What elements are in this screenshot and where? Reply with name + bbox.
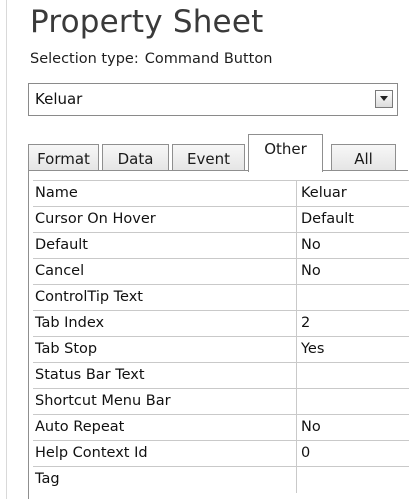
- tab-other-label: Other: [264, 140, 307, 158]
- tab-format-label: Format: [37, 149, 90, 168]
- selection-type-value: Command Button: [144, 51, 273, 67]
- property-value[interactable]: No: [301, 259, 409, 285]
- property-grid-panel: Name Keluar Cursor On Hover Default Defa…: [28, 170, 409, 499]
- property-name: ControlTip Text: [33, 285, 297, 311]
- dropdown-button[interactable]: [375, 90, 393, 108]
- property-value[interactable]: No: [301, 233, 409, 259]
- page-title: Property Sheet: [30, 4, 264, 40]
- property-name: Auto Repeat: [33, 415, 297, 441]
- property-row[interactable]: Tab Stop Yes: [33, 336, 409, 363]
- tab-all[interactable]: All: [331, 144, 396, 172]
- property-value[interactable]: [301, 467, 409, 493]
- property-row[interactable]: Help Context Id 0: [33, 440, 409, 467]
- property-row[interactable]: Default No: [33, 232, 409, 259]
- property-value[interactable]: [301, 363, 409, 389]
- chevron-down-icon: [380, 96, 388, 101]
- property-row[interactable]: Name Keluar: [33, 180, 409, 207]
- property-name: Help Context Id: [33, 441, 297, 467]
- property-row[interactable]: Status Bar Text: [33, 362, 409, 389]
- selection-type-line: Selection type: Command Button: [30, 51, 272, 67]
- object-selector-combo[interactable]: Keluar: [28, 83, 398, 116]
- tab-all-label: All: [354, 149, 373, 168]
- tab-strip: Format Data Event Other All: [28, 134, 408, 172]
- property-name: Name: [33, 181, 297, 207]
- property-row[interactable]: ControlTip Text: [33, 284, 409, 311]
- property-row[interactable]: Cancel No: [33, 258, 409, 285]
- property-row[interactable]: Tab Index 2: [33, 310, 409, 337]
- tab-data[interactable]: Data: [102, 144, 169, 172]
- tab-data-label: Data: [117, 149, 154, 168]
- tab-other[interactable]: Other: [248, 134, 323, 172]
- property-value[interactable]: [301, 389, 409, 415]
- property-value[interactable]: [301, 285, 409, 311]
- property-value[interactable]: Keluar: [301, 181, 409, 207]
- object-selector-value: Keluar: [35, 90, 83, 108]
- tab-event-label: Event: [187, 149, 230, 168]
- property-name: Default: [33, 233, 297, 259]
- property-value[interactable]: Default: [301, 207, 409, 233]
- property-name: Tag: [33, 467, 297, 493]
- property-name: Tab Stop: [33, 337, 297, 363]
- window-edge: [6, 0, 7, 499]
- property-value[interactable]: No: [301, 415, 409, 441]
- property-row[interactable]: Shortcut Menu Bar: [33, 388, 409, 415]
- property-value[interactable]: 2: [301, 311, 409, 337]
- property-row[interactable]: Tag: [33, 466, 409, 493]
- property-name: Shortcut Menu Bar: [33, 389, 297, 415]
- property-name: Status Bar Text: [33, 363, 297, 389]
- property-name: Cursor On Hover: [33, 207, 297, 233]
- property-name: Tab Index: [33, 311, 297, 337]
- property-value[interactable]: 0: [301, 441, 409, 467]
- tab-event[interactable]: Event: [172, 144, 245, 172]
- property-grid: Name Keluar Cursor On Hover Default Defa…: [33, 180, 409, 493]
- selection-type-label: Selection type:: [30, 51, 139, 67]
- property-name: Cancel: [33, 259, 297, 285]
- property-value[interactable]: Yes: [301, 337, 409, 363]
- property-row[interactable]: Cursor On Hover Default: [33, 206, 409, 233]
- tab-format[interactable]: Format: [28, 144, 99, 172]
- property-row[interactable]: Auto Repeat No: [33, 414, 409, 441]
